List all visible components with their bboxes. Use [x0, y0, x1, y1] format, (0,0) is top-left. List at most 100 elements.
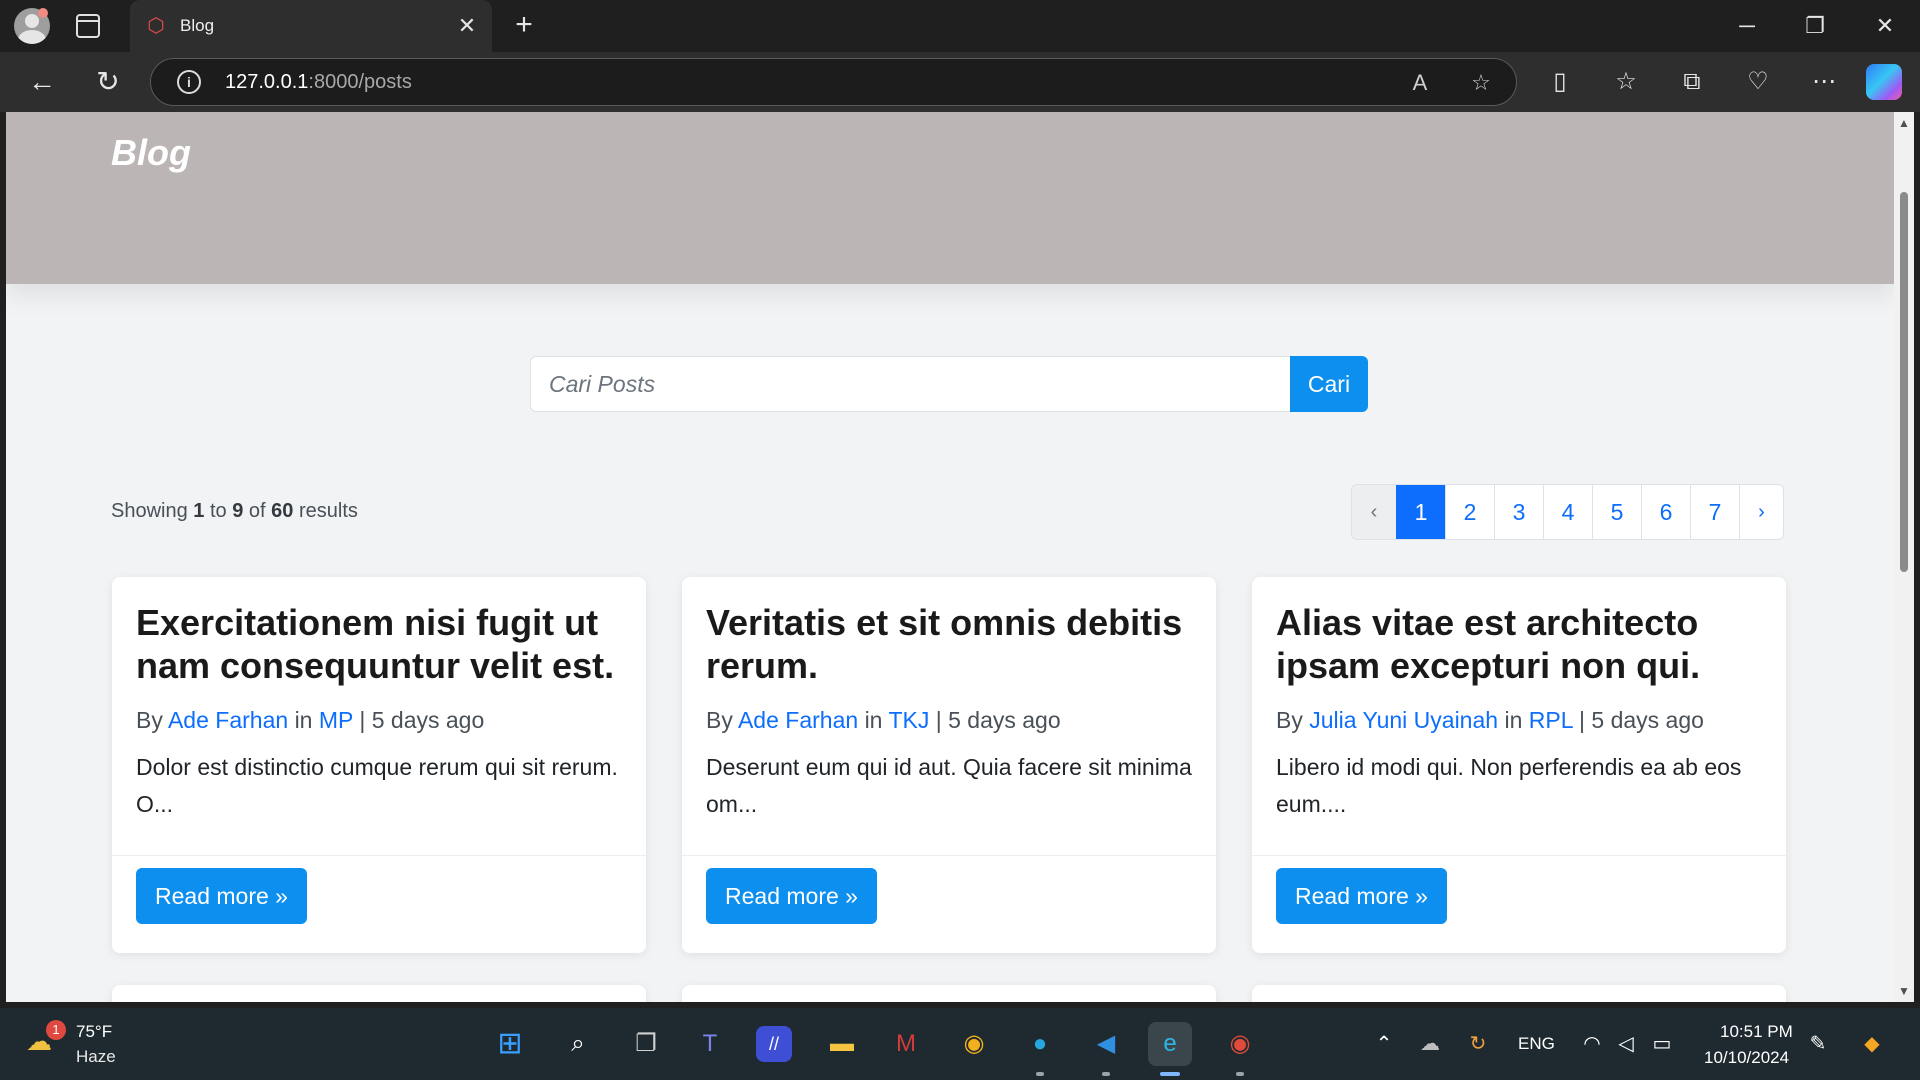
- post-meta: By Julia Yuni Uyainah in RPL | 5 days ag…: [1276, 707, 1704, 733]
- read-more-button[interactable]: Read more »: [136, 868, 307, 924]
- read-aloud-icon[interactable]: A: [1405, 68, 1435, 98]
- browser-tab-blog[interactable]: ⬡ Blog ✕: [130, 0, 492, 52]
- url-field[interactable]: i 127.0.0.1:8000/posts A ☆: [150, 58, 1517, 106]
- category-link[interactable]: TKJ: [888, 707, 929, 733]
- post-excerpt: Libero id modi qui. Non perferendis ea a…: [1276, 754, 1742, 817]
- scroll-up-icon[interactable]: ▲: [1898, 116, 1910, 130]
- close-tab-icon[interactable]: ✕: [454, 13, 480, 39]
- new-tab-icon[interactable]: +: [508, 10, 540, 42]
- page-viewport: Blog Cari Showing 1 to 9 of 60 results ‹…: [6, 112, 1894, 1002]
- copilot-icon[interactable]: [1866, 64, 1902, 100]
- favorites-icon[interactable]: ☆: [1606, 64, 1646, 100]
- search-input[interactable]: [530, 356, 1290, 412]
- search-button[interactable]: Cari: [1290, 356, 1368, 412]
- read-more-button[interactable]: Read more »: [706, 868, 877, 924]
- copilot-taskbar-icon[interactable]: ◆: [1856, 1028, 1888, 1060]
- post-card-partial: [682, 985, 1216, 1002]
- restore-icon[interactable]: ❐: [1792, 10, 1838, 42]
- post-excerpt: Deserunt eum qui id aut. Quia facere sit…: [706, 754, 1192, 817]
- vscode-icon[interactable]: ◀: [1084, 1022, 1128, 1066]
- post-card-partial: [1252, 985, 1786, 1002]
- category-link[interactable]: MP: [319, 707, 353, 733]
- profile-notification-dot: [38, 8, 48, 18]
- task-view-icon[interactable]: ❐: [624, 1022, 668, 1066]
- pagination-page-5[interactable]: 5: [1592, 485, 1641, 539]
- chrome-profile-icon[interactable]: ◉: [1218, 1022, 1262, 1066]
- author-link[interactable]: Julia Yuni Uyainah: [1309, 707, 1498, 733]
- minimize-icon[interactable]: ─: [1724, 10, 1770, 42]
- pagination-page-3[interactable]: 3: [1494, 485, 1543, 539]
- tab-actions-icon[interactable]: [76, 14, 100, 38]
- pagination-prev: ‹: [1352, 485, 1396, 539]
- read-more-button[interactable]: Read more »: [1276, 868, 1447, 924]
- running-indicator: [1036, 1072, 1044, 1076]
- site-header: Blog: [6, 112, 1894, 284]
- file-explorer-icon[interactable]: ▬: [820, 1022, 864, 1066]
- favorite-star-icon[interactable]: ☆: [1466, 68, 1496, 98]
- app-icon[interactable]: ●: [1018, 1022, 1062, 1066]
- weather-condition[interactable]: Haze: [76, 1047, 116, 1067]
- post-card: Alias vitae est architecto ipsam exceptu…: [1252, 577, 1786, 953]
- split-screen-icon[interactable]: ▯: [1540, 64, 1580, 100]
- collections-icon[interactable]: ⧉: [1672, 64, 1712, 100]
- pagination-page-7[interactable]: 7: [1690, 485, 1739, 539]
- pagination-page-4[interactable]: 4: [1543, 485, 1592, 539]
- site-brand[interactable]: Blog: [111, 132, 191, 174]
- card-footer: Read more »: [682, 855, 1216, 953]
- clock-date[interactable]: 10/10/2024: [1704, 1048, 1789, 1068]
- page-scrollbar[interactable]: ▲ ▼: [1894, 112, 1914, 1002]
- weather-badge: 1: [46, 1020, 66, 1040]
- pagination-page-2[interactable]: 2: [1445, 485, 1494, 539]
- wifi-icon[interactable]: ◠: [1576, 1028, 1608, 1060]
- post-excerpt: Dolor est distinctio cumque rerum qui si…: [136, 754, 618, 817]
- sync-icon[interactable]: ↻: [1462, 1028, 1494, 1060]
- card-footer: Read more »: [112, 855, 646, 953]
- chevron-up-icon[interactable]: ⌃: [1368, 1028, 1400, 1060]
- more-options-icon[interactable]: ⋯: [1804, 64, 1844, 100]
- volume-icon[interactable]: ◁: [1610, 1028, 1642, 1060]
- weather-temperature[interactable]: 75°F: [76, 1022, 112, 1042]
- card-footer: Read more »: [1252, 855, 1786, 953]
- info-icon[interactable]: i: [177, 70, 201, 94]
- author-link[interactable]: Ade Farhan: [738, 707, 858, 733]
- post-meta: By Ade Farhan in MP | 5 days ago: [136, 707, 485, 733]
- post-title: Exercitationem nisi fugit ut nam consequ…: [136, 602, 615, 686]
- notification-icon[interactable]: ✎: [1802, 1028, 1834, 1060]
- start-icon[interactable]: ⊞: [488, 1022, 532, 1066]
- post-title: Veritatis et sit omnis debitis rerum.: [706, 602, 1183, 686]
- refresh-icon[interactable]: ↻: [88, 64, 128, 100]
- browser-essentials-icon[interactable]: ♡: [1738, 64, 1778, 100]
- url-text: 127.0.0.1:8000/posts: [225, 71, 412, 93]
- post-card-partial: [112, 985, 646, 1002]
- address-bar: ← ↻ i 127.0.0.1:8000/posts A ☆ ▯ ☆ ⧉ ♡ ⋯: [0, 52, 1920, 112]
- author-link[interactable]: Ade Farhan: [168, 707, 288, 733]
- active-indicator: [1160, 1072, 1180, 1076]
- back-icon[interactable]: ←: [22, 64, 62, 100]
- chrome-icon[interactable]: ◉: [952, 1022, 996, 1066]
- pagination-next[interactable]: ›: [1739, 485, 1783, 539]
- scroll-down-icon[interactable]: ▼: [1898, 984, 1910, 998]
- pagination-page-6[interactable]: 6: [1641, 485, 1690, 539]
- tab-title: Blog: [180, 16, 215, 35]
- clock-time[interactable]: 10:51 PM: [1720, 1022, 1793, 1042]
- category-link[interactable]: RPL: [1529, 707, 1573, 733]
- pagination-page-1[interactable]: 1: [1396, 485, 1445, 539]
- windows-taskbar: ☁ 1 75°F Haze ⊞ ⌕ ❐ T // ▬ M ◉ ● ◀ e ◉ ⌃…: [0, 1008, 1920, 1080]
- running-indicator: [1236, 1072, 1244, 1076]
- language-indicator[interactable]: ENG: [1518, 1034, 1555, 1054]
- onedrive-icon[interactable]: ☁: [1414, 1028, 1446, 1060]
- close-window-icon[interactable]: ✕: [1862, 10, 1908, 42]
- scroll-thumb[interactable]: [1900, 192, 1908, 572]
- app-icon[interactable]: //: [756, 1026, 792, 1062]
- results-summary: Showing 1 to 9 of 60 results: [111, 500, 358, 522]
- edge-icon[interactable]: e: [1148, 1022, 1192, 1066]
- post-title: Alias vitae est architecto ipsam exceptu…: [1276, 602, 1701, 686]
- browser-tab-bar: ⬡ Blog ✕ + ─ ❐ ✕: [0, 0, 1920, 52]
- search-icon[interactable]: ⌕: [556, 1022, 600, 1066]
- battery-icon[interactable]: ▭: [1646, 1028, 1678, 1060]
- post-meta: By Ade Farhan in TKJ | 5 days ago: [706, 707, 1061, 733]
- teams-icon[interactable]: T: [688, 1022, 732, 1066]
- laravel-icon: ⬡: [147, 15, 165, 37]
- post-card: Exercitationem nisi fugit ut nam consequ…: [112, 577, 646, 953]
- mcafee-icon[interactable]: M: [884, 1022, 928, 1066]
